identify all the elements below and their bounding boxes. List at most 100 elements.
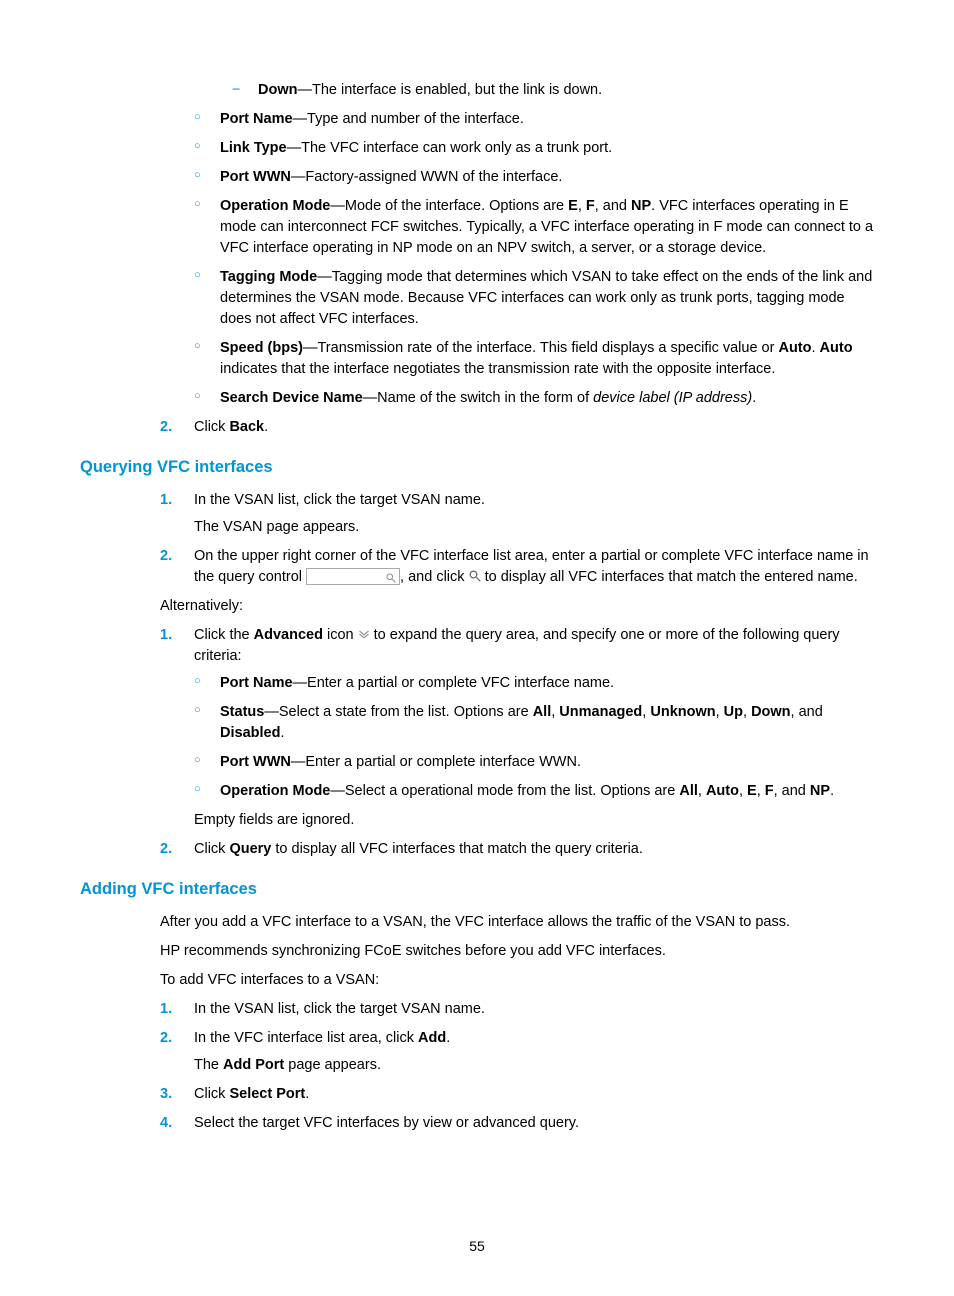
b: All (533, 704, 552, 720)
top-circ-list: Port Name—Type and number of the interfa… (194, 109, 874, 409)
num-marker: 2. (160, 839, 172, 860)
magnifier-icon (386, 569, 396, 590)
num-marker: 2. (160, 546, 172, 567)
expand-down-icon (358, 627, 374, 643)
dash-item-down: Down—The interface is enabled, but the l… (232, 80, 874, 101)
t: —Mode of the interface. Options are (330, 198, 568, 214)
num-marker: 2. (160, 1028, 172, 1049)
query-alt-steps: 1. Click the Advanced icon to expand the… (160, 625, 874, 860)
term: Status (220, 704, 264, 720)
dash-list: Down—The interface is enabled, but the l… (232, 80, 874, 101)
heading-querying: Querying VFC interfaces (80, 456, 874, 480)
b: Auto (778, 340, 811, 356)
t: Click (194, 841, 229, 857)
circ-link-type: Link Type—The VFC interface can work onl… (194, 138, 874, 159)
term: Port Name (220, 675, 293, 691)
query-control-box[interactable] (306, 568, 400, 585)
desc: —The interface is enabled, but the link … (297, 82, 602, 98)
add-p2: HP recommends synchronizing FCoE switche… (160, 941, 874, 962)
b: Back (229, 419, 264, 435)
heading-adding: Adding VFC interfaces (80, 878, 874, 902)
hidden-num-holder: Port Name—Type and number of the interfa… (160, 109, 874, 409)
desc: —Tagging mode that determines which VSAN… (220, 269, 872, 327)
t: . (752, 390, 756, 406)
t: to display all VFC interfaces that match… (271, 841, 643, 857)
add-step-4: 4. Select the target VFC interfaces by v… (160, 1113, 874, 1134)
term: Port WWN (220, 754, 291, 770)
desc: —The VFC interface can work only as a tr… (287, 140, 613, 156)
b: E (747, 783, 757, 799)
b: Unmanaged (559, 704, 642, 720)
b: Advanced (254, 627, 323, 643)
alternatively-text: Alternatively: (160, 596, 874, 617)
t: , (743, 704, 751, 720)
circ-search-device-name: Search Device Name—Name of the switch in… (194, 388, 874, 409)
num-marker: 4. (160, 1113, 172, 1134)
t: Empty fields are ignored. (194, 810, 874, 831)
query-step-2: 2. On the upper right corner of the VFC … (160, 546, 874, 588)
t: icon (323, 627, 358, 643)
t: . (811, 340, 819, 356)
criteria-list: Port Name—Enter a partial or complete VF… (194, 673, 874, 802)
t: —Transmission rate of the interface. Thi… (303, 340, 778, 356)
b: Down (751, 704, 790, 720)
t: , (757, 783, 765, 799)
b: Add Port (223, 1057, 284, 1073)
b: F (765, 783, 774, 799)
b: Add (418, 1030, 446, 1046)
term: Operation Mode (220, 783, 330, 799)
t: to display all VFC interfaces that match… (485, 569, 858, 585)
b: Unknown (650, 704, 715, 720)
t: —Name of the switch in the form of (363, 390, 593, 406)
add-p1: After you add a VFC interface to a VSAN,… (160, 912, 874, 933)
t: —Select a operational mode from the list… (330, 783, 679, 799)
add-steps: 1. In the VSAN list, click the target VS… (160, 999, 874, 1134)
b: All (679, 783, 698, 799)
term: Operation Mode (220, 198, 330, 214)
t: page appears. (284, 1057, 381, 1073)
t: . (264, 419, 268, 435)
t: In the VFC interface list area, click (194, 1030, 418, 1046)
desc: —Enter a partial or complete VFC interfa… (293, 675, 615, 691)
add-step-3: 3. Click Select Port. (160, 1084, 874, 1105)
i: device label (IP address) (593, 390, 752, 406)
add-p3: To add VFC interfaces to a VSAN: (160, 970, 874, 991)
t: . (280, 725, 284, 741)
t: , and (595, 198, 631, 214)
term: Search Device Name (220, 390, 363, 406)
alt-step-2: 2. Click Query to display all VFC interf… (160, 839, 874, 860)
term: Link Type (220, 140, 287, 156)
t: , (716, 704, 724, 720)
term: Down (258, 82, 297, 98)
t: . (446, 1030, 450, 1046)
page-number: 55 (0, 1236, 954, 1256)
desc: —Enter a partial or complete interface W… (291, 754, 581, 770)
crit-port-name: Port Name—Enter a partial or complete VF… (194, 673, 874, 694)
desc: —Type and number of the interface. (293, 111, 524, 127)
b: E (568, 198, 578, 214)
t: , and (774, 783, 810, 799)
b: Select Port (229, 1086, 305, 1102)
term: Speed (bps) (220, 340, 303, 356)
term: Tagging Mode (220, 269, 317, 285)
t: —Select a state from the list. Options a… (264, 704, 532, 720)
query-step-1: 1. In the VSAN list, click the target VS… (160, 490, 874, 538)
magnifier-icon (469, 569, 485, 585)
num-marker: 1. (160, 999, 172, 1020)
b: NP (810, 783, 830, 799)
circ-speed: Speed (bps)—Transmission rate of the int… (194, 338, 874, 380)
b: Auto (706, 783, 739, 799)
t: , and (791, 704, 823, 720)
b: Auto (820, 340, 853, 356)
t: , (698, 783, 706, 799)
t: Select the target VFC interfaces by view… (194, 1115, 579, 1131)
b: Up (724, 704, 743, 720)
crit-status: Status—Select a state from the list. Opt… (194, 702, 874, 744)
num-marker: 2. (160, 417, 172, 438)
t: , and click (400, 569, 469, 585)
crit-operation-mode: Operation Mode—Select a operational mode… (194, 781, 874, 802)
t: The VSAN page appears. (194, 517, 874, 538)
top-step-2: 2. Click Back. (160, 417, 874, 438)
term: Port WWN (220, 169, 291, 185)
alt-step-1: 1. Click the Advanced icon to expand the… (160, 625, 874, 831)
